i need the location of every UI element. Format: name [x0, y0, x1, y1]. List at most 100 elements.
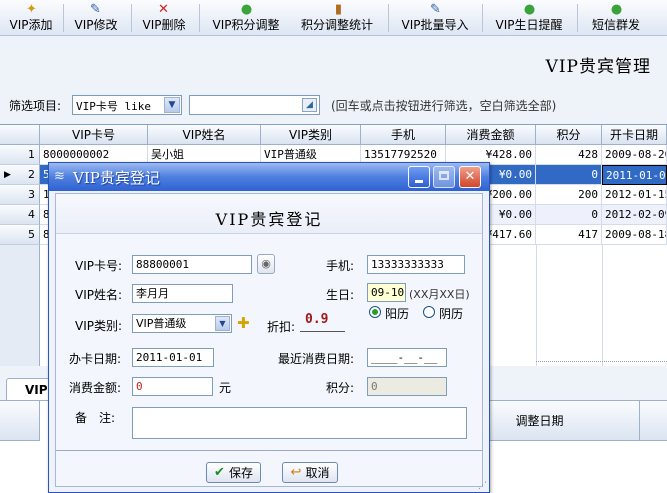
toolbar: ✦ VIP添加 ✎ VIP修改 ✕ VIP删除 ● VIP积分调整 ▮ 积分调整… — [0, 0, 667, 36]
leaf-icon: ● — [610, 2, 623, 17]
maximize-button[interactable] — [433, 166, 455, 188]
chevron-down-icon[interactable]: ▼ — [215, 316, 230, 331]
card-reader-icon: ◉ — [261, 257, 271, 270]
column-header-amount[interactable]: 消费金额 — [446, 125, 536, 145]
chevron-down-icon[interactable]: ▼ — [164, 97, 180, 113]
table-cell[interactable]: 200 — [536, 185, 602, 205]
card-label: VIP卡号: — [75, 259, 123, 273]
note-label: 备 注: — [75, 411, 116, 425]
filter-field-select[interactable]: VIP卡号 like ▼ — [72, 95, 182, 115]
dialog-titlebar[interactable]: ≋ VIP贵宾登记 ✕ — [49, 163, 489, 191]
birthday-input[interactable]: 09-10 — [367, 283, 406, 302]
table-cell[interactable]: 2009-08-18 — [602, 225, 667, 245]
solar-label: 阳历 — [385, 307, 410, 321]
open-date-label: 办卡日期: — [69, 352, 122, 366]
vip-batch-import-button[interactable]: ✎ VIP批量导入 — [392, 0, 478, 36]
last-consume-date-label: 最近消费日期: — [278, 352, 355, 366]
maximize-icon — [439, 171, 449, 180]
filter-search-icon[interactable]: ◢ — [302, 98, 317, 112]
toolbar-separator — [388, 4, 389, 32]
sms-broadcast-button[interactable]: ● 短信群发 — [582, 0, 650, 36]
resize-grip-icon[interactable]: ⋰ — [478, 481, 488, 491]
table-cell[interactable]: 2011-01-01 — [602, 165, 667, 185]
delete-icon: ✕ — [158, 2, 169, 17]
name-label: VIP姓名: — [75, 288, 123, 302]
toolbar-separator — [199, 4, 200, 32]
points-label: 积分: — [326, 381, 355, 395]
note-textarea[interactable] — [132, 407, 467, 439]
current-row-arrow-icon: ▶ — [4, 170, 11, 180]
filter-label: 筛选项目: — [9, 99, 62, 113]
amount-label: 消费金额: — [69, 381, 122, 395]
column-divider — [602, 245, 603, 367]
toolbar-separator — [131, 4, 132, 32]
discount-label: 折扣: — [267, 320, 296, 334]
column-header-empty — [640, 401, 667, 441]
cancel-button[interactable]: ↩ 取消 — [282, 462, 338, 483]
card-input[interactable]: 88800001 — [132, 255, 252, 274]
toolbar-separator — [63, 4, 64, 32]
card-reader-button[interactable]: ◉ — [257, 254, 275, 274]
minimize-icon — [415, 180, 423, 183]
add-user-icon: ✦ — [26, 2, 37, 17]
column-divider — [536, 245, 537, 367]
close-button[interactable]: ✕ — [459, 166, 481, 188]
row-number[interactable]: 1 — [0, 145, 40, 165]
filter-input[interactable]: ◢ — [189, 95, 320, 115]
points-stats-button[interactable]: ▮ 积分调整统计 — [293, 0, 381, 36]
vip-edit-button[interactable]: ✎ VIP修改 — [66, 0, 126, 36]
add-type-icon[interactable]: ✚ — [237, 314, 250, 332]
vip-add-button[interactable]: ✦ VIP添加 — [2, 0, 60, 36]
table-cell[interactable]: 2009-08-20 — [602, 145, 667, 165]
row-header-empty — [0, 245, 40, 367]
checkmark-icon: ✔ — [214, 465, 225, 480]
dialog-caption: VIP贵宾登记 — [73, 169, 160, 187]
column-header-phone[interactable]: 手机 — [361, 125, 446, 145]
row-number[interactable]: ▶ 2 — [0, 165, 40, 185]
row-number[interactable]: 4 — [0, 205, 40, 225]
row-number[interactable]: 3 — [0, 185, 40, 205]
table-cell[interactable]: 2012-02-09 — [602, 205, 667, 225]
radio-dot-icon — [372, 309, 378, 315]
vip-points-adjust-button[interactable]: ● VIP积分调整 — [203, 0, 289, 36]
open-date-input[interactable]: 2011-01-01 — [132, 348, 214, 367]
table-cell[interactable]: 417 — [536, 225, 602, 245]
save-button[interactable]: ✔ 保存 — [206, 462, 261, 483]
column-header-points[interactable]: 积分 — [536, 125, 602, 145]
discount-value: 0.9 — [300, 312, 345, 332]
row-header-corner — [0, 401, 40, 441]
column-header-type[interactable]: VIP类别 — [261, 125, 361, 145]
lunar-radio[interactable] — [423, 306, 435, 318]
table-cell[interactable]: 428 — [536, 145, 602, 165]
table-cell[interactable]: 0 — [536, 205, 602, 225]
import-icon: ✎ — [430, 2, 441, 17]
cancel-icon: ↩ — [290, 465, 302, 480]
leaf-icon: ● — [523, 2, 536, 17]
phone-input[interactable]: 13333333333 — [367, 255, 465, 274]
app-logo-icon: ≋ — [54, 169, 65, 184]
row-header-corner — [0, 125, 40, 145]
solar-radio[interactable] — [369, 306, 381, 318]
birthday-format-hint: (XX月XX日) — [409, 288, 470, 301]
close-icon: ✕ — [464, 169, 476, 184]
column-header-name[interactable]: VIP姓名 — [148, 125, 261, 145]
last-consume-date-input[interactable]: ____-__-__ — [367, 348, 447, 367]
row-number[interactable]: 5 — [0, 225, 40, 245]
name-input[interactable]: 李月月 — [132, 284, 233, 303]
type-select[interactable]: VIP普通级 ▼ — [132, 314, 232, 333]
column-header-open-date[interactable]: 开卡日期 — [602, 125, 667, 145]
phone-label: 手机: — [326, 259, 355, 273]
column-header-card[interactable]: VIP卡号 — [40, 125, 148, 145]
vip-delete-button[interactable]: ✕ VIP删除 — [134, 0, 194, 36]
edit-icon: ✎ — [90, 2, 101, 17]
filter-field-value: VIP卡号 like — [76, 100, 151, 113]
amount-input[interactable]: 0 — [132, 377, 213, 396]
table-cell[interactable]: 2012-01-15 — [602, 185, 667, 205]
minimize-button[interactable] — [408, 166, 430, 188]
table-cell[interactable]: 0 — [536, 165, 602, 185]
page-title: VIP贵宾管理 — [545, 57, 651, 77]
leaf-icon: ● — [240, 2, 253, 17]
toolbar-separator — [482, 4, 483, 32]
vip-birthday-reminder-button[interactable]: ● VIP生日提醒 — [486, 0, 572, 36]
amount-unit: 元 — [219, 381, 232, 395]
